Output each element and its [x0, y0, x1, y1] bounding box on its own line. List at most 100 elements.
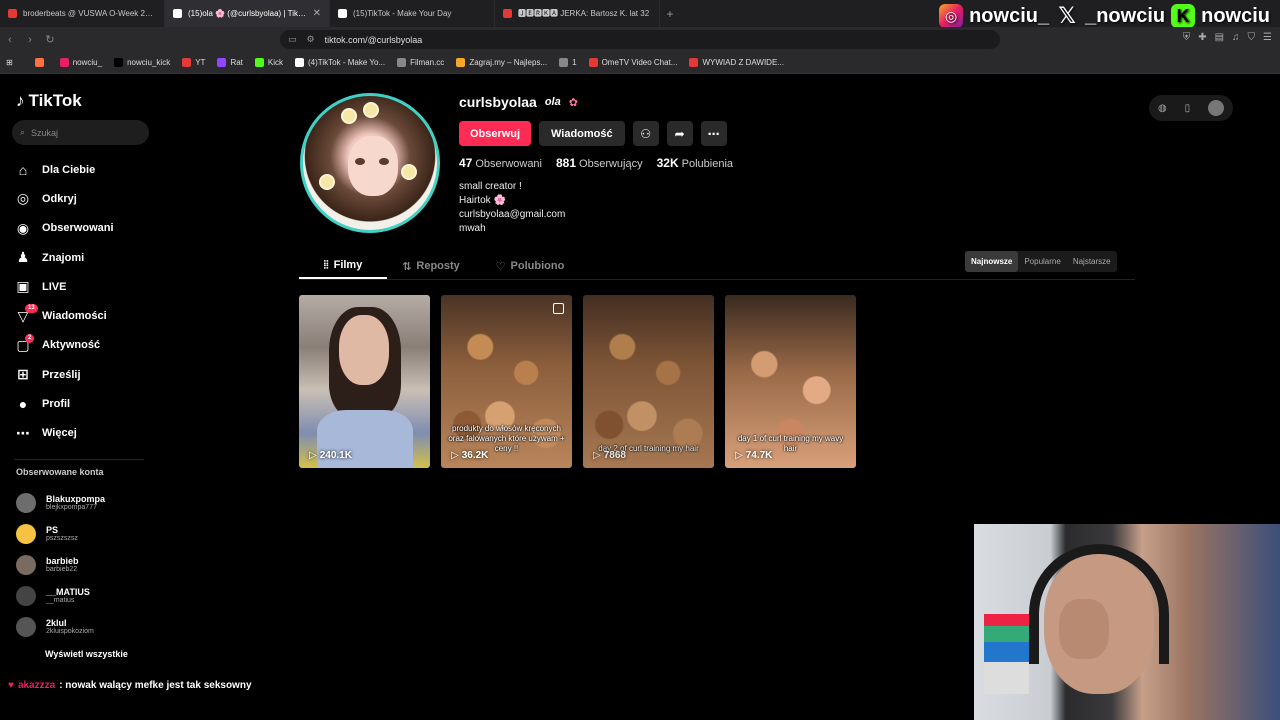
- bookmark-item[interactable]: Kick: [254, 58, 283, 67]
- browser-tab[interactable]: 🅹🅴🆁🅺🅰 JERKA: Bartosz K. lat 32: [495, 0, 660, 27]
- menu-icon[interactable]: ☰: [1263, 32, 1272, 43]
- back-icon[interactable]: ‹: [0, 34, 20, 46]
- sidebar-item-live[interactable]: ▣ LIVE: [14, 272, 154, 301]
- add-friend-icon[interactable]: ⚇: [632, 121, 659, 146]
- extensions-icon[interactable]: ✚: [1198, 32, 1206, 43]
- apps-icon[interactable]: ⊞: [6, 58, 13, 67]
- instagram-handle: nowciu_: [969, 4, 1050, 27]
- browser-tab-active[interactable]: (15)ola 🌸 (@curlsbyolaa) | TikTok ✕: [165, 0, 330, 27]
- video-card[interactable]: day 2 of curl training my hair ▷ 7868: [583, 295, 714, 468]
- webcam-person-hand: [1059, 599, 1109, 659]
- see-all-link[interactable]: Wyświetl wszystkie: [45, 649, 128, 659]
- sidebar-item-following[interactable]: ◉ Obserwowani: [14, 214, 154, 243]
- view-count-text: 36.2K: [461, 450, 489, 461]
- view-count-text: 240.1K: [319, 450, 352, 461]
- sidebar-item-label: Obserwowani: [42, 222, 114, 235]
- following-account[interactable]: PS pszszszsz: [16, 518, 156, 549]
- sort-oldest[interactable]: Najstarsze: [1067, 251, 1117, 272]
- new-tab-button[interactable]: +: [660, 7, 680, 21]
- stat-followers[interactable]: 881 Obserwujący: [556, 156, 643, 170]
- following-accounts-title: Obserwowane konta: [16, 467, 104, 477]
- music-icon[interactable]: ♫: [1232, 32, 1240, 43]
- logo-text: TikTok: [28, 91, 82, 110]
- tiktok-logo[interactable]: ♪ TikTok: [16, 91, 82, 111]
- sidebar-item-compass[interactable]: ◎ Odkryj: [14, 184, 154, 213]
- forward-icon[interactable]: ›: [20, 34, 40, 46]
- url-text: tiktok.com/@curlsbyolaa: [324, 34, 423, 45]
- streamer-webcam: [974, 524, 1280, 720]
- video-card[interactable]: day 1 of curl training my wavy hair ▷ 74.…: [725, 295, 856, 468]
- keyboard-icon[interactable]: ◍: [1158, 103, 1167, 114]
- avatar-eye: [379, 158, 389, 165]
- stat-value: 881: [556, 156, 577, 170]
- stat-following[interactable]: 47 Obserwowani: [459, 156, 542, 170]
- account-name: __MATIUS: [46, 587, 90, 597]
- video-card[interactable]: ▷ 240.1K: [299, 295, 430, 468]
- sidebar-item-messages[interactable]: ▽ 13 Wiadomości: [14, 301, 154, 330]
- bookmark-item[interactable]: nowciu_kick: [114, 58, 170, 67]
- avatar-flower: [365, 104, 377, 116]
- following-account[interactable]: 2klul 2kluispokoziom: [16, 611, 156, 642]
- bookmark-favicon-icon: [295, 58, 305, 67]
- message-button[interactable]: Wiadomość: [539, 121, 625, 146]
- bookmark-item[interactable]: Filman.cc: [397, 58, 444, 67]
- sidebar-icon[interactable]: ▤: [1215, 32, 1224, 43]
- url-field[interactable]: ▭ ⚙ tiktok.com/@curlsbyolaa: [280, 30, 1000, 49]
- sidebar-item-more[interactable]: ⋯ Więcej: [14, 419, 154, 448]
- chat-text: : nowak walący mefke jest tak seksowny: [59, 680, 252, 691]
- account-handle: barbieb22: [46, 566, 78, 573]
- bookmark-label: nowciu_: [72, 58, 103, 67]
- tab-liked[interactable]: ♡ Polubiono: [475, 253, 585, 279]
- tiktok-favicon-icon: [173, 9, 182, 18]
- sidebar-item-profile[interactable]: ● Profil: [14, 389, 154, 418]
- bookmark-item[interactable]: nowciu_: [59, 58, 103, 67]
- stat-likes: 32K Polubienia: [657, 156, 733, 170]
- following-account[interactable]: Blakuxpompa blejkxpompa777: [16, 487, 156, 518]
- share-icon[interactable]: ➦: [666, 121, 693, 146]
- user-avatar[interactable]: [1208, 100, 1225, 116]
- bookmark-favicon-icon: [397, 58, 407, 67]
- bookmark-item[interactable]: WYWIAD Z DAWIDE...: [689, 58, 784, 67]
- reload-icon[interactable]: ↻: [40, 33, 60, 46]
- sidebar-item-activity[interactable]: ▢ 2 Aktywność: [14, 331, 154, 360]
- search-input[interactable]: ⌕ Szukaj: [12, 120, 149, 145]
- tab-title: (15)TikTok - Make Your Day: [353, 9, 452, 18]
- photo-carousel-icon: [553, 303, 564, 314]
- bookmark-favicon-icon: [456, 58, 466, 67]
- bookmark-favicon-icon: [588, 58, 598, 67]
- tab-title: 🅹🅴🆁🅺🅰 JERKA: Bartosz K. lat 32: [518, 9, 650, 18]
- bookmark-item[interactable]: YT: [182, 58, 205, 67]
- bookmark-item[interactable]: OmeTV Video Chat...: [588, 58, 677, 67]
- video-card[interactable]: produkty do włosów kręconych oraz falowa…: [441, 295, 572, 468]
- bookmark-favicon-icon: [217, 58, 227, 67]
- phone-icon[interactable]: ▯: [1185, 103, 1191, 114]
- browser-tab[interactable]: (15)TikTok - Make Your Day: [330, 0, 495, 27]
- bookmark-item[interactable]: 1: [559, 58, 577, 67]
- follow-button[interactable]: Obserwuj: [459, 121, 531, 146]
- tab-videos[interactable]: ⦙⦙ Filmy: [299, 253, 387, 279]
- sort-popular[interactable]: Popularne: [1018, 251, 1066, 272]
- bookmark-item[interactable]: [34, 58, 48, 67]
- bookmark-item[interactable]: Rat: [217, 58, 243, 67]
- close-tab-icon[interactable]: ✕: [313, 8, 321, 19]
- more-options-icon[interactable]: ⋯: [700, 121, 727, 146]
- youtube-favicon-icon: [503, 9, 512, 18]
- bookmark-item[interactable]: (4)TikTok - Make Yo...: [295, 58, 385, 67]
- following-account[interactable]: barbieb barbieb22: [16, 549, 156, 580]
- sidebar-item-friends[interactable]: ♟ Znajomi: [14, 243, 154, 272]
- shield-icon[interactable]: ⛉: [1248, 32, 1256, 43]
- browser-tab[interactable]: broderbeats @ VUSWA O-Week 2024: [0, 0, 165, 27]
- sidebar-item-home[interactable]: ⌂ Dla Ciebie: [14, 155, 154, 184]
- site-info-icon[interactable]: ⚙: [307, 34, 315, 45]
- view-count: ▷ 74.7K: [735, 450, 772, 461]
- sidebar-item-upload[interactable]: ⊞ Prześlij: [14, 360, 154, 389]
- vpn-icon[interactable]: ⛨: [1183, 32, 1191, 43]
- sort-newest[interactable]: Najnowsze: [965, 251, 1019, 272]
- following-account[interactable]: __MATIUS __matius: [16, 580, 156, 611]
- bookmark-favicon-icon: [182, 58, 192, 67]
- bookmark-icon[interactable]: ▭: [288, 34, 297, 45]
- sidebar-item-label: Dla Ciebie: [42, 163, 96, 176]
- tab-reposts[interactable]: ⇅ Reposty: [387, 253, 475, 279]
- bookmark-item[interactable]: Zagraj.my – Najleps...: [456, 58, 547, 67]
- upload-icon: ⊞: [17, 366, 29, 383]
